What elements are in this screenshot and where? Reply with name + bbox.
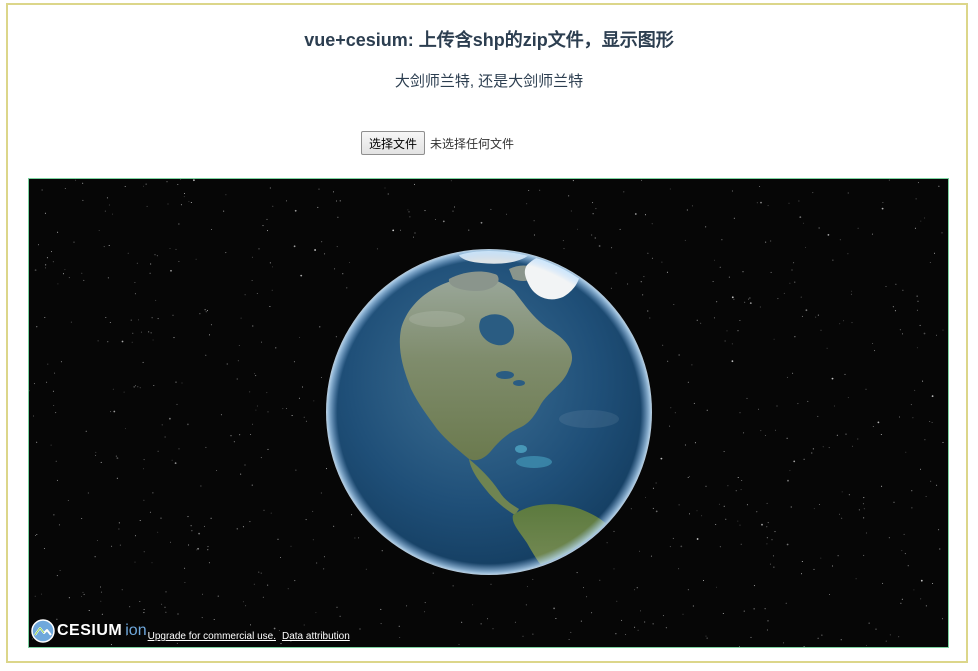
- data-attribution-link[interactable]: Data attribution: [282, 631, 350, 644]
- viewer-credits: CESIUM ion Upgrade for commercial use. D…: [31, 618, 355, 644]
- upgrade-commercial-link[interactable]: Upgrade for commercial use.: [148, 631, 276, 644]
- cesium-ion-logo[interactable]: CESIUM ion: [31, 618, 147, 644]
- page-title: vue+cesium: 上传含shp的zip文件，显示图形: [304, 30, 674, 50]
- page-subtitle: 大剑师兰特, 还是大剑师兰特: [394, 73, 584, 90]
- file-upload-row: 选择文件 未选择任何文件: [361, 131, 514, 155]
- file-status-text: 未选择任何文件: [430, 136, 515, 151]
- cesium-logo-icon: [31, 619, 55, 643]
- globe-scene[interactable]: [29, 179, 949, 648]
- cesium-viewer[interactable]: CESIUM ion Upgrade for commercial use. D…: [28, 178, 949, 648]
- globe-earth-icon: [326, 249, 652, 575]
- cesium-logo-ion-text: ion: [125, 622, 147, 639]
- choose-file-button[interactable]: 选择文件: [361, 131, 426, 155]
- cesium-logo-text: CESIUM: [57, 622, 123, 639]
